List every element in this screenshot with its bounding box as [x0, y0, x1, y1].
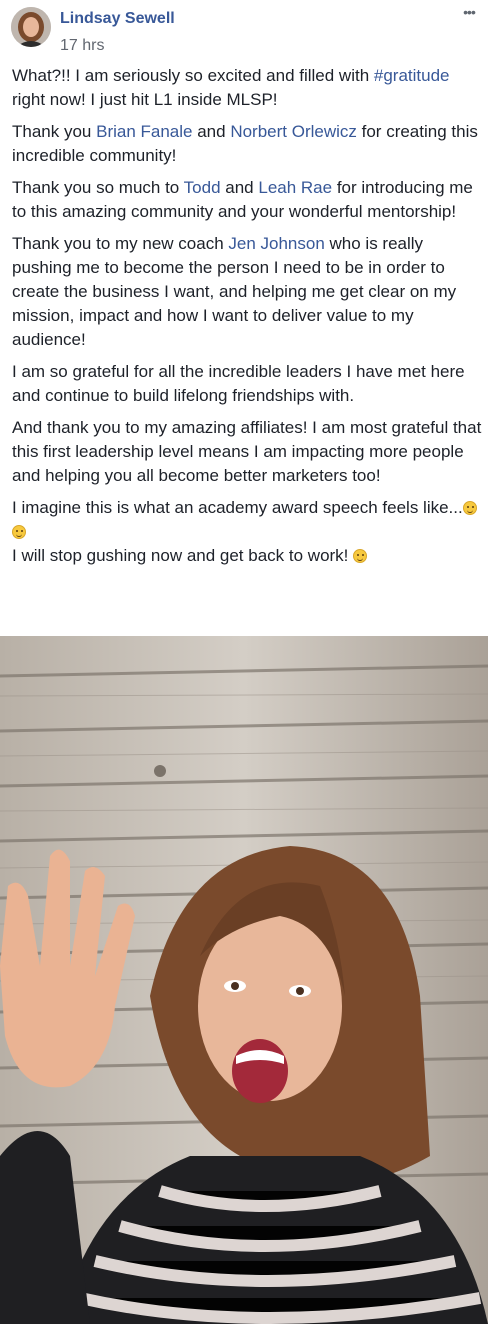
- mention-link[interactable]: Todd: [184, 178, 221, 197]
- post-paragraph: Thank you Brian Fanale and Norbert Orlew…: [12, 120, 484, 168]
- author-name[interactable]: Lindsay Sewell: [60, 10, 175, 28]
- post-paragraph: What?!! I am seriously so excited and fi…: [12, 64, 484, 112]
- smiling-face-icon: [353, 549, 368, 563]
- post-paragraph: And thank you to my amazing affiliates! …: [12, 416, 484, 488]
- post-body: What?!! I am seriously so excited and fi…: [12, 64, 484, 576]
- laughing-face-icon: [462, 501, 477, 515]
- post-text: Thank you: [12, 122, 97, 141]
- mention-link[interactable]: Jen Johnson: [228, 234, 324, 253]
- post-timestamp[interactable]: 17 hrs: [60, 37, 104, 55]
- post-paragraph: I imagine this is what an academy award …: [12, 496, 484, 568]
- hashtag-link[interactable]: #gratitude: [374, 66, 450, 85]
- post-paragraph: I am so grateful for all the incredible …: [12, 360, 484, 408]
- post-text: Thank you so much to: [12, 178, 184, 197]
- avatar-icon: [11, 7, 51, 47]
- rolling-laughing-face-icon: [12, 525, 26, 539]
- post-paragraph: Thank you so much to Todd and Leah Rae f…: [12, 176, 484, 224]
- post-text: and: [192, 122, 231, 141]
- post-text: And thank you to my amazing affiliates! …: [12, 418, 482, 485]
- mention-link[interactable]: Norbert Orlewicz: [230, 122, 357, 141]
- post-text: What?!! I am seriously so excited and fi…: [12, 66, 374, 85]
- more-options-icon[interactable]: •••: [458, 5, 480, 22]
- post-text: right now! I just hit L1 inside MLSP!: [12, 90, 278, 109]
- post-paragraph: Thank you to my new coach Jen Johnson wh…: [12, 232, 484, 352]
- post-text: I am so grateful for all the incredible …: [12, 362, 465, 405]
- mention-link[interactable]: Brian Fanale: [96, 122, 192, 141]
- woman-waving-photo-icon: [0, 636, 488, 1324]
- post-text: Thank you to my new coach: [12, 234, 229, 253]
- post-text: I will stop gushing now and get back to …: [12, 546, 354, 565]
- post-text: and: [220, 178, 259, 197]
- author-avatar[interactable]: [11, 7, 51, 47]
- mention-link[interactable]: Leah Rae: [258, 178, 332, 197]
- post-header: Lindsay Sewell 17 hrs •••: [0, 0, 488, 62]
- post-text: I imagine this is what an academy award …: [12, 498, 463, 517]
- post-photo[interactable]: [0, 636, 488, 1324]
